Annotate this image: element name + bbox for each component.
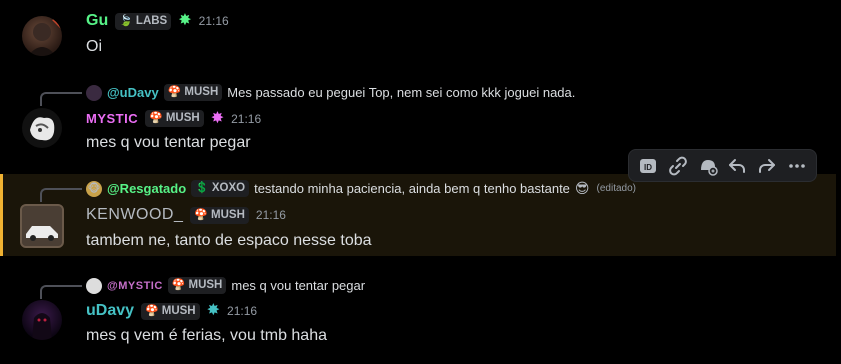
reply-spine: [40, 285, 82, 299]
reply-author[interactable]: @MYSTIC: [107, 280, 163, 292]
avatar[interactable]: [20, 204, 64, 248]
message-toolbar: ID: [628, 149, 817, 182]
more-icon[interactable]: [784, 153, 810, 179]
reply-text: testando minha paciencia, ainda bem q te…: [254, 181, 570, 196]
pink-star-icon[interactable]: ✸: [211, 110, 224, 127]
timestamp[interactable]: 21:16: [256, 208, 286, 222]
reply-preview[interactable]: 🐵 @Resgatado 💲 XOXO testando minha pacien…: [86, 180, 636, 197]
guild-tag[interactable]: 🍄 MUSH: [190, 206, 249, 224]
reply-preview[interactable]: @MYSTIC 🍄 MUSH mes q vou tentar pegar: [86, 277, 365, 294]
reply-avatar: [86, 277, 102, 294]
mushroom-icon: 🍄: [149, 112, 163, 124]
reply-guild-tag: 🍄 MUSH: [167, 277, 227, 294]
avatar[interactable]: [22, 16, 62, 56]
timestamp[interactable]: 21:16: [199, 14, 229, 28]
cyan-star-icon[interactable]: ✸: [207, 303, 220, 319]
link-icon[interactable]: [665, 153, 691, 179]
mushroom-icon: 🍄: [145, 304, 159, 317]
guild-tag[interactable]: 🍃 LABS: [115, 12, 172, 30]
reply-spine: [40, 188, 82, 202]
timestamp[interactable]: 21:16: [231, 112, 261, 126]
reply-text: mes q vou tentar pegar: [231, 278, 366, 293]
edited-label: (editado): [596, 183, 636, 194]
mushroom-icon: 🍄: [167, 86, 182, 98]
author-name[interactable]: KENWOOD_: [86, 206, 183, 224]
reply-text: Mes passado eu peguei Top, nem sei como …: [227, 85, 576, 100]
thread-icon[interactable]: [695, 153, 721, 179]
guild-tag[interactable]: 🍄 MUSH: [141, 302, 200, 320]
reply-spine: [40, 92, 82, 106]
timestamp[interactable]: 21:16: [227, 304, 257, 318]
leaf-icon: 🍃: [119, 14, 133, 27]
avatar[interactable]: [22, 108, 62, 148]
reply-author[interactable]: @Resgatado: [107, 181, 186, 196]
reply-preview[interactable]: @uDavy 🍄 MUSH Mes passado eu peguei Top, …: [86, 84, 575, 101]
reply-author[interactable]: @uDavy: [107, 85, 159, 100]
guild-tag[interactable]: 🍄 MUSH: [145, 110, 204, 127]
mushroom-icon: 🍄: [171, 279, 186, 291]
sunglasses-emoji: 😎: [574, 180, 590, 196]
green-star-icon[interactable]: ✸: [178, 13, 191, 29]
svg-text:ID: ID: [644, 163, 652, 172]
message-content: mes q vem é ferias, vou tmb haha: [86, 327, 327, 344]
avatar[interactable]: [22, 300, 62, 340]
id-icon[interactable]: ID: [635, 153, 661, 179]
forward-icon[interactable]: [754, 153, 780, 179]
message-content: mes q vou tentar pegar: [86, 134, 251, 151]
mushroom-icon: 🍄: [194, 208, 209, 221]
reply-guild-tag: 🍄 MUSH: [163, 84, 223, 101]
message-content: Oi: [86, 38, 102, 55]
reply-avatar: 🐵: [86, 180, 102, 197]
author-name[interactable]: uDavy: [86, 302, 134, 320]
message-content: tambem ne, tanto de espaco nesse toba: [86, 232, 372, 249]
author-name[interactable]: Gu: [86, 12, 108, 30]
reply-guild-tag: 💲 XOXO: [191, 180, 250, 197]
dollar-icon: 💲: [195, 182, 209, 194]
reply-icon[interactable]: [724, 153, 750, 179]
reply-avatar: [86, 84, 102, 101]
author-name[interactable]: MYSTIC: [86, 111, 138, 126]
